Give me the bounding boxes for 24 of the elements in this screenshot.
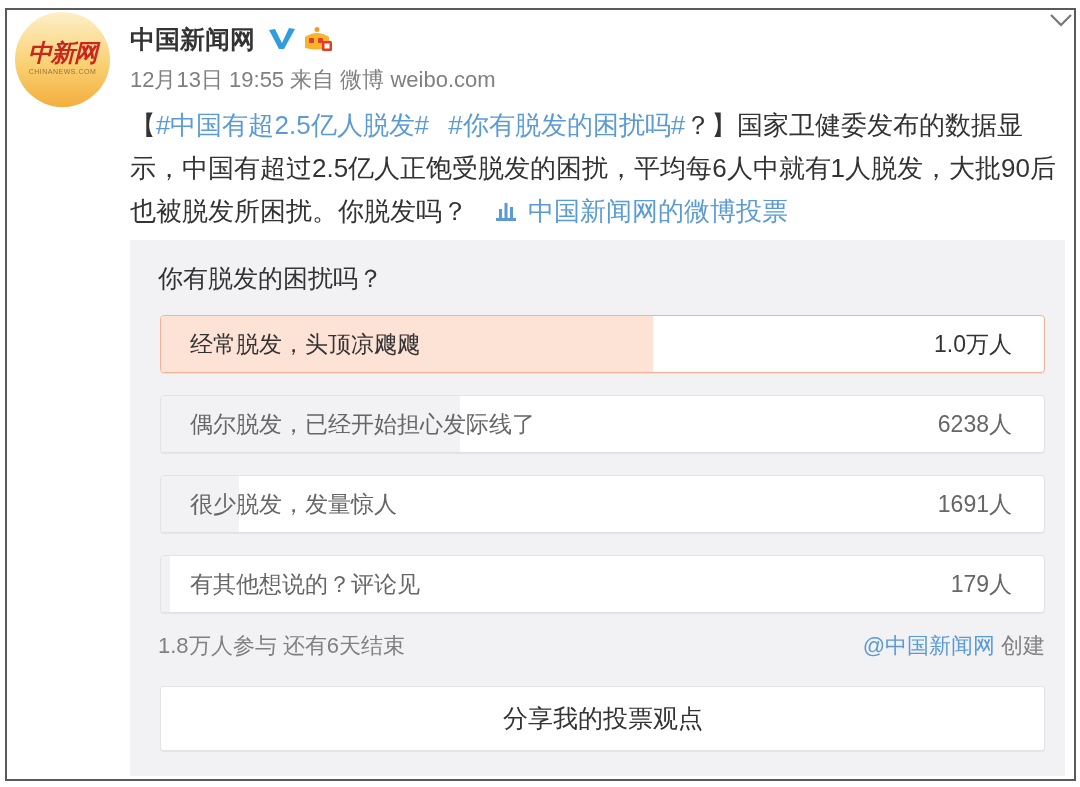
vote-count: 1.0万人 bbox=[934, 330, 1012, 358]
created-label: 创建 bbox=[1001, 634, 1045, 658]
poll-option[interactable]: 有其他想说的？评论见 179人 bbox=[160, 555, 1045, 613]
vote-count: 6238人 bbox=[937, 410, 1012, 438]
poll-option[interactable]: 经常脱发，头顶凉飕飕 1.0万人 bbox=[160, 315, 1045, 373]
poll-option[interactable]: 偶尔脱发，已经开始担心发际线了 6238人 bbox=[160, 395, 1045, 453]
share-button[interactable]: 分享我的投票观点 bbox=[160, 686, 1045, 751]
bar-chart-icon bbox=[496, 202, 516, 221]
hashtag-link[interactable]: #中国有超2.5亿人脱发# bbox=[156, 110, 430, 140]
option-label: 偶尔脱发，已经开始担心发际线了 bbox=[190, 410, 535, 438]
chevron-down-icon[interactable] bbox=[1050, 14, 1072, 27]
option-label: 很少脱发，发量惊人 bbox=[190, 490, 397, 518]
post-text: 【#中国有超2.5亿人脱发# #你有脱发的困扰吗#？】国家卫健委发布的数据显示，中国有超过2.5亿人正饱受脱发的困扰，平均每6人中就有1人脱发，大批90后也被脱发所困扰。你脱发吗？ 中国新闻网的微博投票 bbox=[130, 104, 1064, 233]
hashtag-link[interactable]: #你有脱发的困扰吗# bbox=[448, 110, 686, 140]
post-meta: 12月13日 19:55 来自 微博 weibo.com bbox=[130, 66, 496, 94]
option-label: 经常脱发，头顶凉飕飕 bbox=[190, 330, 420, 358]
vote-count: 179人 bbox=[950, 570, 1012, 598]
poll-question: 你有脱发的困扰吗？ bbox=[158, 263, 383, 293]
option-label: 有其他想说的？评论见 bbox=[190, 570, 420, 598]
poll-link[interactable]: 中国新闻网的微博投票 bbox=[496, 190, 788, 233]
vote-count: 1691人 bbox=[937, 490, 1012, 518]
poll-option[interactable]: 很少脱发，发量惊人 1691人 bbox=[160, 475, 1045, 533]
author-name[interactable]: 中国新闻网 bbox=[130, 24, 255, 54]
poll-summary: 1.8万人参与 还有6天结束 bbox=[158, 634, 405, 658]
